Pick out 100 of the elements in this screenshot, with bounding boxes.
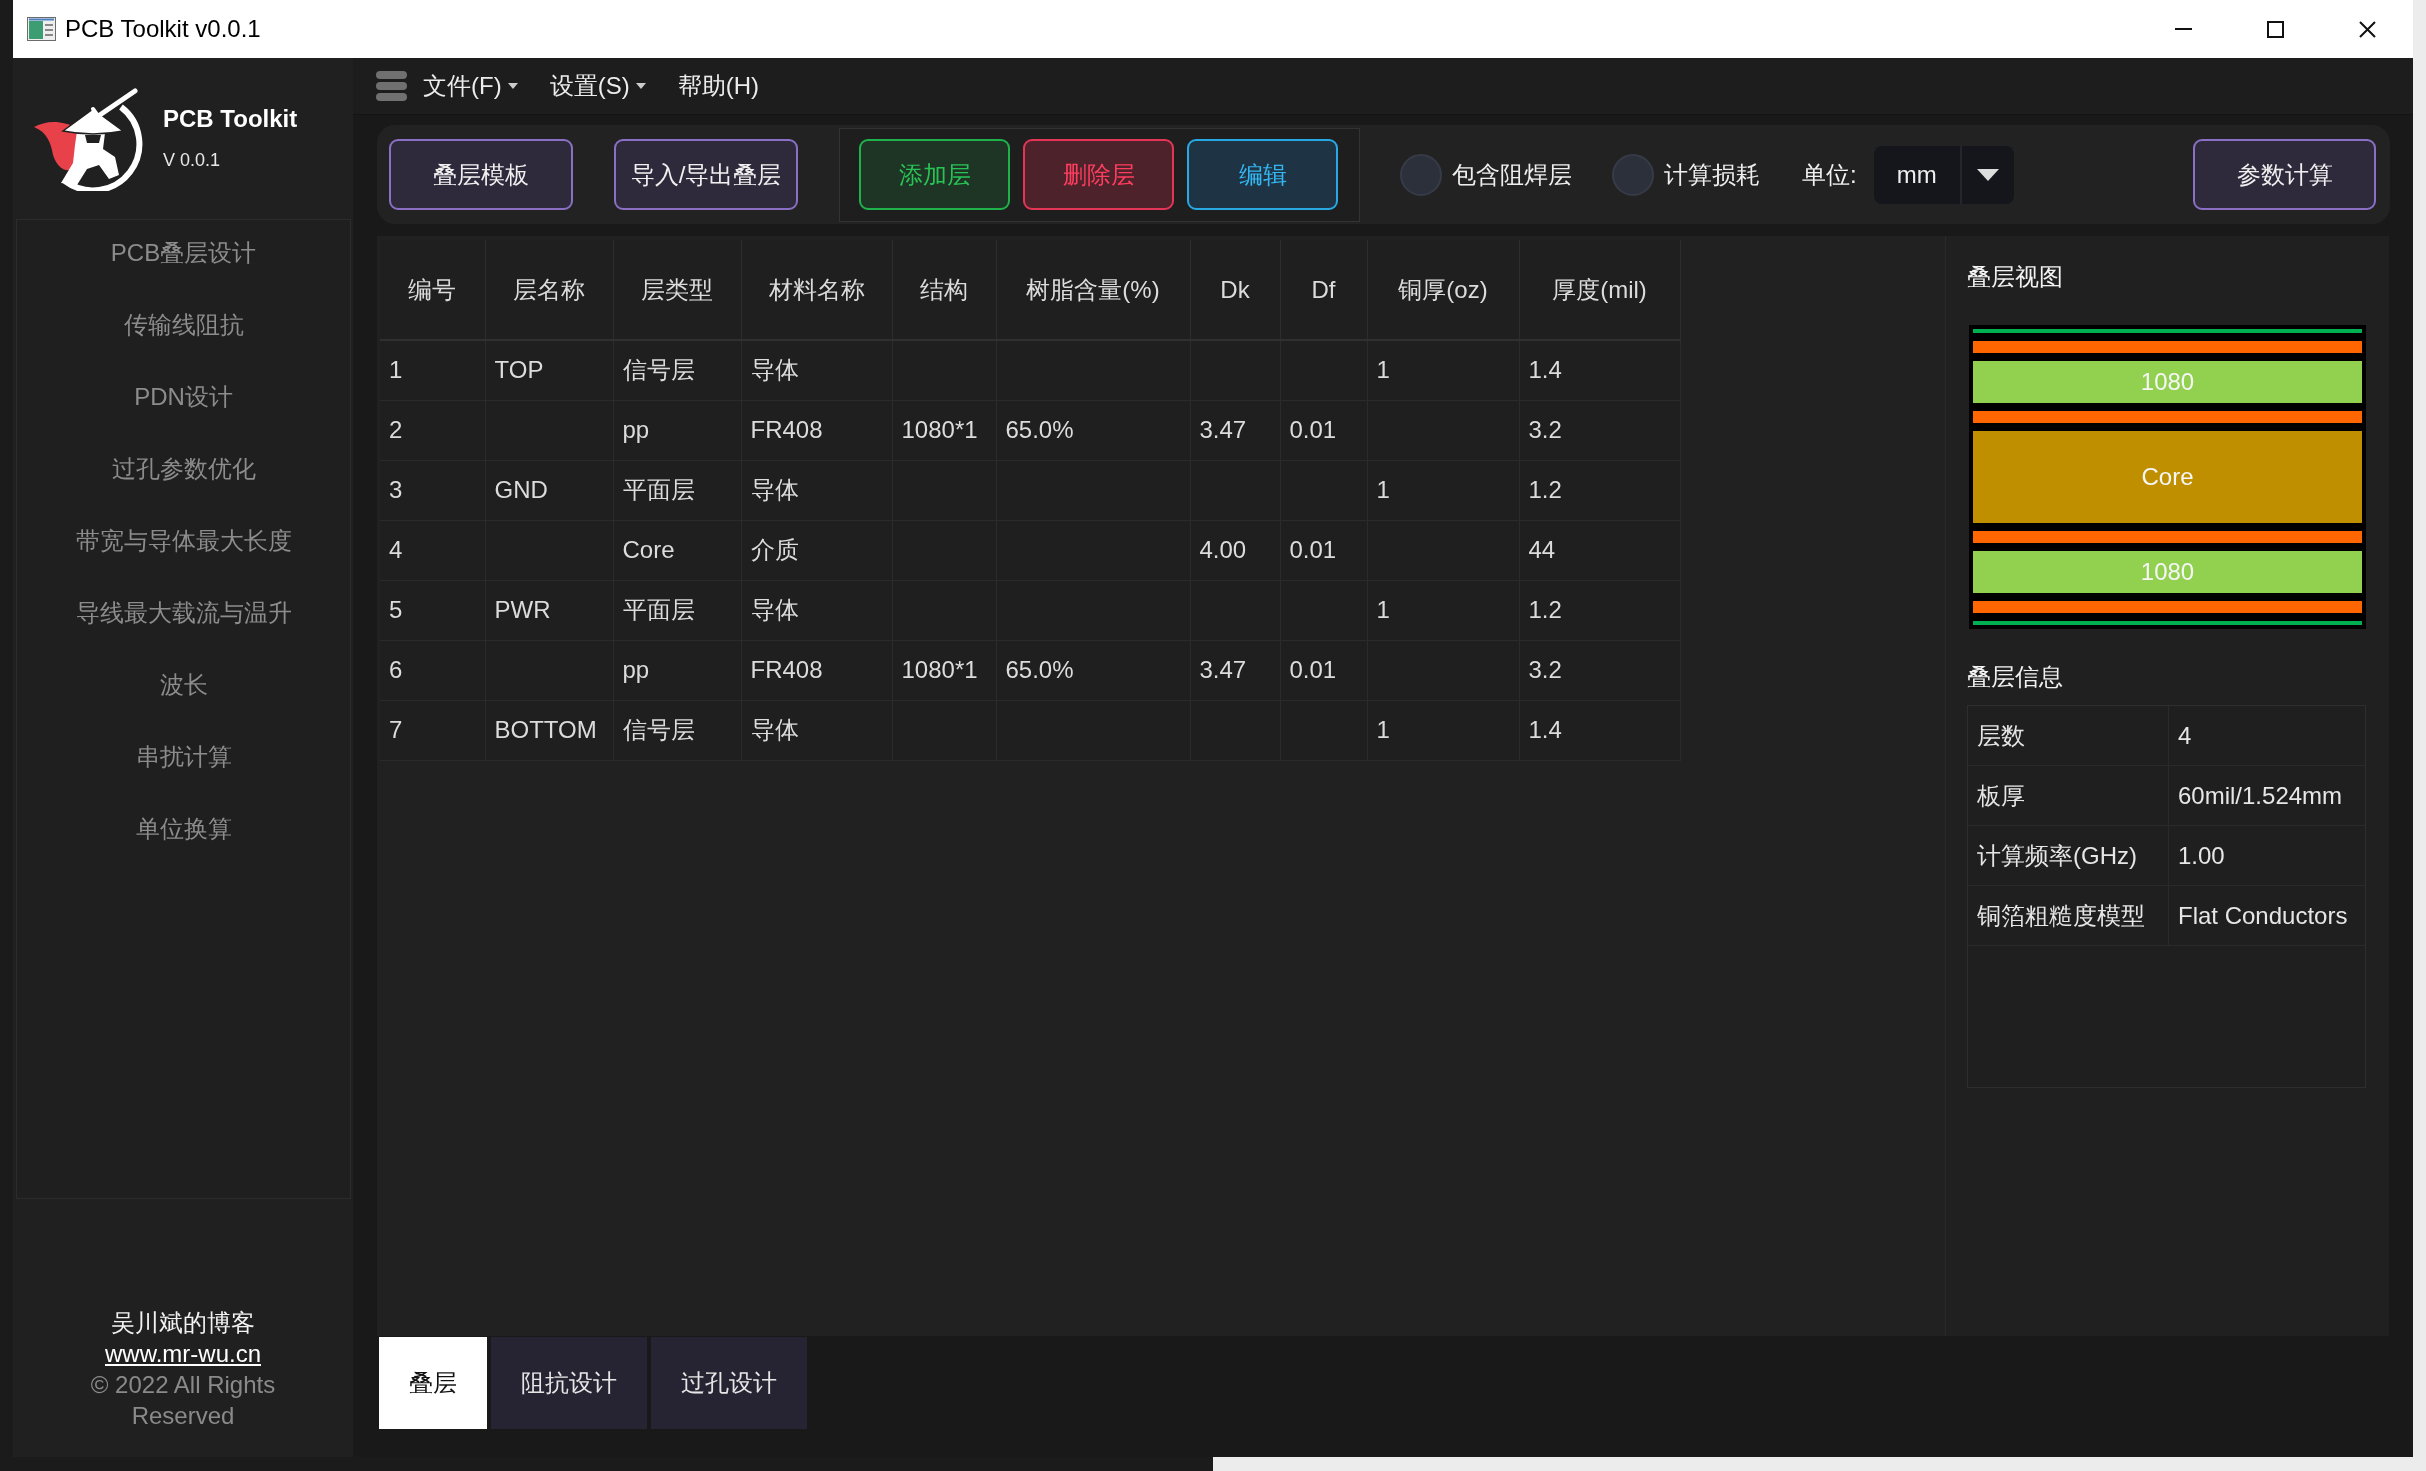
column-header: 结构	[892, 240, 996, 340]
table-cell: 1080*1	[892, 640, 996, 700]
nav-item[interactable]: 串扰计算	[131, 739, 236, 775]
table-cell: 1	[1367, 340, 1519, 400]
table-cell: PWR	[485, 580, 613, 640]
table-cell: 4	[380, 520, 485, 580]
unit-label: 单位:	[1802, 159, 1857, 190]
table-cell: 平面层	[613, 460, 741, 520]
table-cell: 导体	[741, 700, 892, 760]
column-header: Dk	[1190, 240, 1280, 340]
table-cell: 信号层	[613, 700, 741, 760]
table-cell: 65.0%	[996, 640, 1190, 700]
tab[interactable]: 过孔设计	[651, 1337, 807, 1429]
radio-button[interactable]	[1400, 153, 1442, 196]
info-label: 层数	[1968, 706, 2169, 765]
table-cell: 1.2	[1519, 460, 1680, 520]
table-cell: 0.01	[1280, 640, 1367, 700]
radio-label[interactable]: 包含阻焊层	[1452, 156, 1572, 193]
table-cell: 0.01	[1280, 520, 1367, 580]
table-cell: 0.01	[1280, 400, 1367, 460]
column-header: 厚度(mil)	[1519, 240, 1680, 340]
section-title: 叠层信息	[1967, 663, 2064, 691]
tab[interactable]: 阻抗设计	[491, 1337, 647, 1429]
info-label: 铜箔粗糙度模型	[1968, 886, 2169, 945]
info-value: 60mil/1.524mm	[2177, 780, 2344, 811]
column-header: 编号	[380, 240, 485, 340]
table-cell: 6	[380, 640, 485, 700]
column-header: Df	[1280, 240, 1367, 340]
delete-layer-button[interactable]: 删除层	[1023, 139, 1174, 210]
table-cell: 65.0%	[996, 400, 1190, 460]
nav-item[interactable]: 导线最大载流与温升	[71, 595, 296, 631]
column-header: 材料名称	[741, 240, 892, 340]
table-cell: 2	[380, 400, 485, 460]
info-label: 板厚	[1968, 766, 2169, 825]
menu-item[interactable]: 设置(S)	[547, 74, 648, 98]
info-value: 4	[2177, 720, 2193, 751]
table-cell: GND	[485, 460, 613, 520]
column-header: 树脂含量(%)	[996, 240, 1190, 340]
column-header: 层名称	[485, 240, 613, 340]
tab[interactable]: 叠层	[379, 1337, 487, 1429]
copyright-text: © 2022 All Rights Reserved	[89, 1370, 277, 1431]
radio-label[interactable]: 计算损耗	[1664, 156, 1760, 193]
edit-button[interactable]: 编辑	[1187, 139, 1338, 210]
nav-item[interactable]: 传输线阻抗	[119, 307, 248, 343]
nav-item[interactable]: 波长	[155, 667, 212, 703]
table-cell: 1080*1	[892, 400, 996, 460]
table-cell: TOP	[485, 340, 613, 400]
nav-item[interactable]: 带宽与导体最大长度	[71, 523, 296, 559]
table-cell: 1	[380, 340, 485, 400]
table-cell: 44	[1519, 520, 1680, 580]
table-cell: 平面层	[613, 580, 741, 640]
calculate-button[interactable]: 参数计算	[2193, 139, 2376, 210]
table-cell: 4.00	[1190, 520, 1280, 580]
table-cell: 3.47	[1190, 640, 1280, 700]
menu-item[interactable]: 帮助(H)	[675, 74, 761, 98]
table-cell: 5	[380, 580, 485, 640]
table-cell: BOTTOM	[485, 700, 613, 760]
app-name: PCB Toolkit	[163, 105, 298, 133]
website-link[interactable]: www.mr-wu.cn	[105, 1338, 261, 1369]
add-layer-button[interactable]: 添加层	[859, 139, 1010, 210]
table-cell: 1.4	[1519, 340, 1680, 400]
unit-dropdown[interactable]: mm	[1873, 145, 2014, 204]
caret-icon	[1976, 168, 1999, 181]
toolbar-button[interactable]: 叠层模板	[389, 139, 573, 210]
close-icon	[2358, 20, 2376, 38]
prepreg-layer: 1080	[1973, 551, 2362, 593]
nav-item[interactable]: 过孔参数优化	[107, 451, 260, 487]
table-cell: 1.4	[1519, 700, 1680, 760]
info-label: 计算频率(GHz)	[1968, 826, 2169, 885]
table-cell: 1	[1367, 580, 1519, 640]
minimize-icon	[2174, 28, 2192, 30]
section-title: 叠层视图	[1967, 263, 2064, 291]
table-cell: Core	[613, 520, 741, 580]
table-cell: 7	[380, 700, 485, 760]
nav-item[interactable]: PCB叠层设计	[106, 235, 261, 271]
radio-button[interactable]	[1612, 153, 1654, 196]
info-value: Flat Conductors	[2177, 900, 2349, 931]
menu-item[interactable]: 文件(F)	[421, 74, 520, 98]
maximize-icon	[2266, 20, 2284, 38]
table-cell: FR408	[741, 640, 892, 700]
blog-title: 吴川斌的博客	[111, 1308, 255, 1338]
column-header: 层类型	[613, 240, 741, 340]
table-cell: 3	[380, 460, 485, 520]
table-cell: 3.2	[1519, 640, 1680, 700]
table-cell: 导体	[741, 340, 892, 400]
menu-icon[interactable]	[376, 71, 407, 101]
column-header: 铜厚(oz)	[1367, 240, 1519, 340]
table-cell: 介质	[741, 520, 892, 580]
table-cell: 1	[1367, 460, 1519, 520]
toolbar-button[interactable]: 导入/导出叠层	[614, 139, 798, 210]
table-cell: 3.47	[1190, 400, 1280, 460]
nav-item[interactable]: PDN设计	[130, 379, 237, 415]
table-cell: pp	[613, 400, 741, 460]
nav-item[interactable]: 单位换算	[131, 811, 236, 847]
table-cell: 导体	[741, 460, 892, 520]
info-value: 1.00	[2177, 840, 2226, 871]
app-version: V 0.0.1	[163, 149, 222, 171]
table-cell: pp	[613, 640, 741, 700]
table-cell: 1	[1367, 700, 1519, 760]
table-cell: 信号层	[613, 340, 741, 400]
